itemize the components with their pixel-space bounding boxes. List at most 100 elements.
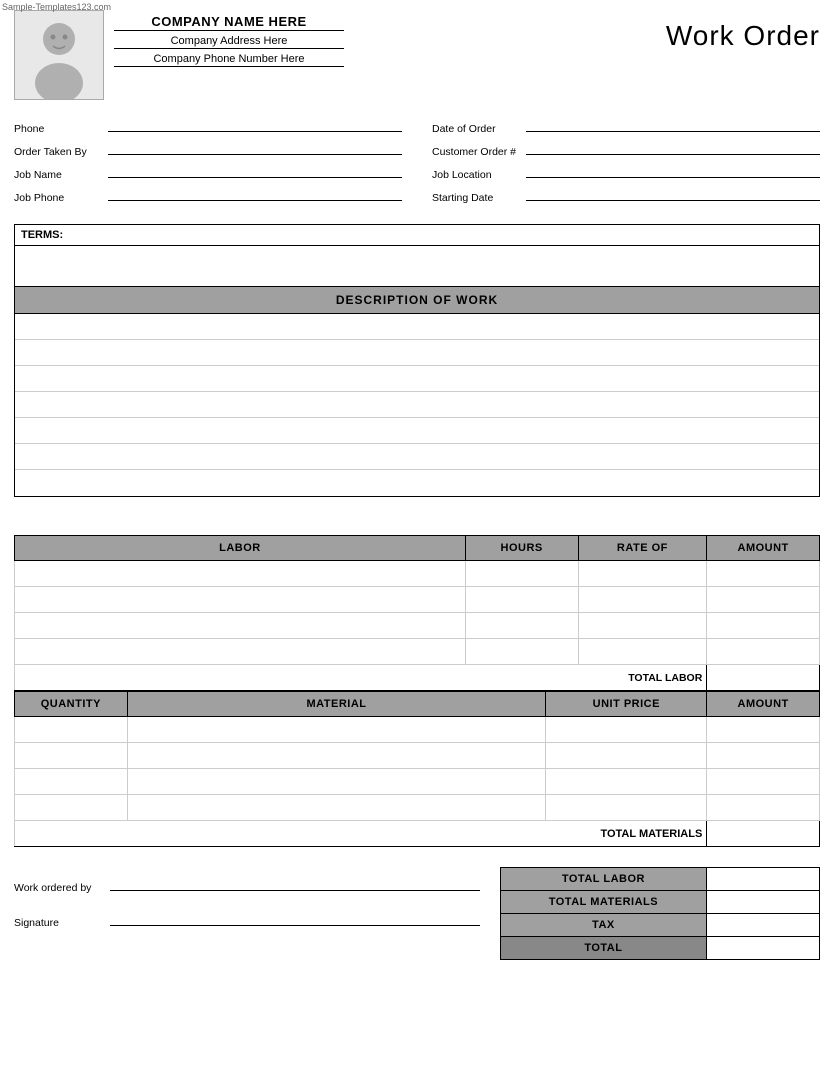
rate-cell[interactable] xyxy=(578,561,707,587)
totals-table: TOTAL LABOR TOTAL MATERIALS TAX TOTAL xyxy=(500,867,820,960)
table-row[interactable] xyxy=(15,717,820,743)
labor-total-row: TOTAL LABOR xyxy=(15,665,820,691)
desc-row-7[interactable] xyxy=(15,470,819,496)
table-row[interactable] xyxy=(15,795,820,821)
labor-cell[interactable] xyxy=(15,613,466,639)
job-location-label: Job Location xyxy=(432,169,522,181)
quantity-cell[interactable] xyxy=(15,717,128,743)
grand-total-row: TOTAL xyxy=(501,937,820,960)
tax-summary-value[interactable] xyxy=(706,914,819,937)
quantity-cell[interactable] xyxy=(15,795,128,821)
grand-total-value[interactable] xyxy=(706,937,819,960)
quantity-col-header: QUANTITY xyxy=(15,692,128,717)
logo-image xyxy=(15,11,103,99)
mat-amount-col-header: AMOUNT xyxy=(707,692,820,717)
labor-col-header: LABOR xyxy=(15,536,466,561)
quantity-cell[interactable] xyxy=(15,743,128,769)
phone-input[interactable] xyxy=(108,118,402,132)
hours-cell[interactable] xyxy=(465,561,578,587)
table-row[interactable] xyxy=(15,769,820,795)
header: COMPANY NAME HERE Company Address Here C… xyxy=(14,10,820,100)
company-phone: Company Phone Number Here xyxy=(114,53,344,67)
order-taken-label: Order Taken By xyxy=(14,146,104,158)
mat-amount-cell[interactable] xyxy=(707,743,820,769)
customer-order-row: Customer Order # xyxy=(432,141,820,158)
job-phone-label: Job Phone xyxy=(14,192,104,204)
job-phone-input[interactable] xyxy=(108,187,402,201)
signature-input[interactable] xyxy=(110,912,480,926)
work-order-title: Work Order xyxy=(666,20,820,52)
desc-row-6[interactable] xyxy=(15,444,819,470)
labor-cell[interactable] xyxy=(15,587,466,613)
mat-amount-cell[interactable] xyxy=(707,769,820,795)
order-taken-input[interactable] xyxy=(108,141,402,155)
unit-price-cell[interactable] xyxy=(546,769,707,795)
total-materials-label: TOTAL MATERIALS xyxy=(15,821,707,847)
watermark-text: Sample-Templates123.com xyxy=(2,2,111,12)
labor-cell[interactable] xyxy=(15,561,466,587)
rate-cell[interactable] xyxy=(578,587,707,613)
labor-amount-col-header: AMOUNT xyxy=(707,536,820,561)
material-cell[interactable] xyxy=(127,743,546,769)
total-labor-value[interactable] xyxy=(707,665,820,691)
customer-order-label: Customer Order # xyxy=(432,146,522,158)
job-name-row: Job Name xyxy=(14,164,402,181)
desc-row-3[interactable] xyxy=(15,366,819,392)
material-cell[interactable] xyxy=(127,795,546,821)
form-left-col: Phone Order Taken By Job Name Job Phone xyxy=(14,118,432,204)
material-cell[interactable] xyxy=(127,717,546,743)
quantity-cell[interactable] xyxy=(15,769,128,795)
unit-price-cell[interactable] xyxy=(546,795,707,821)
work-ordered-by-input[interactable] xyxy=(110,877,480,891)
page: Sample-Templates123.com COMPANY N xyxy=(0,0,834,974)
table-row[interactable] xyxy=(15,561,820,587)
hours-col-header: HOURS xyxy=(465,536,578,561)
mat-amount-cell[interactable] xyxy=(707,795,820,821)
materials-table: QUANTITY MATERIAL UNIT PRICE AMOUNT xyxy=(14,691,820,847)
company-info: COMPANY NAME HERE Company Address Here C… xyxy=(114,10,344,67)
total-labor-label: TOTAL LABOR xyxy=(15,665,707,691)
total-materials-summary-value[interactable] xyxy=(706,891,819,914)
order-taken-row: Order Taken By xyxy=(14,141,402,158)
mat-amount-cell[interactable] xyxy=(707,717,820,743)
table-row[interactable] xyxy=(15,613,820,639)
desc-row-5[interactable] xyxy=(15,418,819,444)
unit-price-cell[interactable] xyxy=(546,717,707,743)
hours-cell[interactable] xyxy=(465,613,578,639)
desc-row-1[interactable] xyxy=(15,314,819,340)
table-row[interactable] xyxy=(15,743,820,769)
signature-label: Signature xyxy=(14,917,104,929)
job-location-input[interactable] xyxy=(526,164,820,178)
job-phone-row: Job Phone xyxy=(14,187,402,204)
rate-cell[interactable] xyxy=(578,639,707,665)
customer-order-input[interactable] xyxy=(526,141,820,155)
hours-cell[interactable] xyxy=(465,639,578,665)
starting-date-input[interactable] xyxy=(526,187,820,201)
total-materials-summary-row: TOTAL MATERIALS xyxy=(501,891,820,914)
table-row[interactable] xyxy=(15,639,820,665)
total-materials-value[interactable] xyxy=(707,821,820,847)
terms-body[interactable] xyxy=(15,246,819,286)
date-of-order-input[interactable] xyxy=(526,118,820,132)
total-labor-summary-value[interactable] xyxy=(706,868,819,891)
form-fields: Phone Order Taken By Job Name Job Phone … xyxy=(14,118,820,204)
unit-price-cell[interactable] xyxy=(546,743,707,769)
desc-row-2[interactable] xyxy=(15,340,819,366)
grand-total-label: TOTAL xyxy=(501,937,707,960)
unit-price-col-header: UNIT PRICE xyxy=(546,692,707,717)
tax-summary-row: TAX xyxy=(501,914,820,937)
job-name-input[interactable] xyxy=(108,164,402,178)
labor-amount-cell[interactable] xyxy=(707,639,820,665)
rate-cell[interactable] xyxy=(578,613,707,639)
rate-col-header: RATE OF xyxy=(578,536,707,561)
job-location-row: Job Location xyxy=(432,164,820,181)
labor-amount-cell[interactable] xyxy=(707,613,820,639)
material-cell[interactable] xyxy=(127,769,546,795)
company-address: Company Address Here xyxy=(114,35,344,49)
labor-amount-cell[interactable] xyxy=(707,561,820,587)
labor-cell[interactable] xyxy=(15,639,466,665)
table-row[interactable] xyxy=(15,587,820,613)
labor-amount-cell[interactable] xyxy=(707,587,820,613)
hours-cell[interactable] xyxy=(465,587,578,613)
desc-row-4[interactable] xyxy=(15,392,819,418)
